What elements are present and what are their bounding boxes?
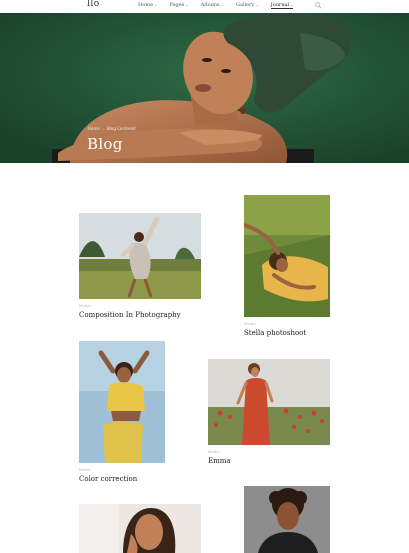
post-category[interactable]: Model [244,322,256,326]
breadcrumb: Home › Blog Centered [88,126,136,131]
blog-post-card[interactable]: Model Composition In Photography [79,213,201,323]
blog-post-card[interactable]: Model Color correction [79,341,165,486]
chevron-down-icon: ⌄ [255,2,259,7]
hero-portrait-image [0,13,409,163]
breadcrumb-separator-icon: › [102,126,105,131]
post-thumbnail-image[interactable] [79,341,165,463]
nav-label: Gallery [235,2,255,8]
post-thumbnail-image[interactable] [244,195,330,317]
post-title[interactable]: Stella photoshoot [244,329,306,337]
nav-item-pages[interactable]: Pages⌄ [169,2,188,9]
nav-label: Pages [169,2,185,8]
post-category[interactable]: Model [79,468,91,472]
post-thumbnail-image[interactable] [79,213,201,299]
blog-post-card[interactable] [79,504,201,553]
blog-post-card[interactable] [244,486,330,553]
top-navigation-bar: llo Home⌄ Pages⌄ Albums⌄ Gallery⌄ Journa… [0,0,409,14]
blog-post-card[interactable]: Model Emma [208,359,330,469]
nav-label: Journal [270,2,290,8]
post-thumbnail-image[interactable] [244,486,330,553]
nav-label: Albums [200,2,220,8]
post-title[interactable]: Color correction [79,475,137,483]
chevron-down-icon: ⌄ [185,2,189,7]
nav-item-albums[interactable]: Albums⌄ [201,2,224,9]
nav-label: Home [138,2,154,8]
page-title: Blog [87,135,123,153]
hero-banner: Home › Blog Centered Blog [0,13,409,163]
chevron-down-icon: ⌄ [220,2,224,7]
chevron-down-icon: ⌄ [154,2,158,7]
nav-item-home[interactable]: Home⌄ [138,2,157,9]
main-nav: Home⌄ Pages⌄ Albums⌄ Gallery⌄ Journal⌄ [138,2,305,9]
site-logo[interactable]: llo [87,0,100,9]
nav-item-journal[interactable]: Journal⌄ [270,2,294,9]
post-thumbnail-image[interactable] [208,359,330,445]
post-title[interactable]: Emma [208,457,231,465]
blog-post-card[interactable]: Model Stella photoshoot [244,195,330,340]
post-title[interactable]: Composition In Photography [79,311,181,319]
post-thumbnail-image[interactable] [79,504,201,553]
nav-item-gallery[interactable]: Gallery⌄ [236,2,259,9]
breadcrumb-home[interactable]: Home [88,126,100,131]
chevron-down-icon: ⌄ [290,2,294,7]
search-icon[interactable] [315,2,322,9]
breadcrumb-current: Blog Centered [107,126,136,131]
post-category[interactable]: Model [79,304,91,308]
post-category[interactable]: Model [208,450,220,454]
